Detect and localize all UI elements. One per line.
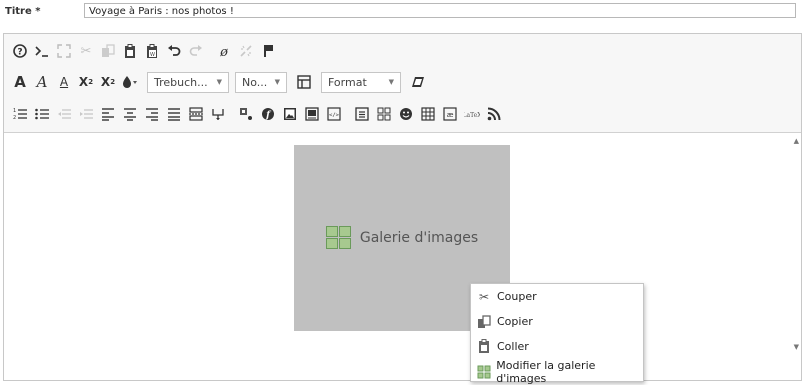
text-color-icon[interactable] [119,71,141,93]
page-break-icon[interactable] [185,103,207,125]
align-right-icon[interactable] [141,103,163,125]
maximize-icon[interactable] [53,40,75,62]
latex-icon[interactable]: LaTeX [461,103,483,125]
source-icon[interactable] [31,40,53,62]
svg-text:2: 2 [13,115,16,121]
context-menu-item-paste[interactable]: Coller [471,334,643,359]
svg-text:W: W [150,52,155,58]
vertical-scrollbar[interactable]: ▲ ▼ [791,133,801,380]
svg-text:æ: æ [447,111,454,119]
bulleted-list-icon[interactable] [31,103,53,125]
eraser-icon[interactable] [407,71,429,93]
context-menu-item-copy[interactable]: Copier [471,309,643,334]
redo-icon[interactable] [185,40,207,62]
context-menu-item-label: Copier [497,315,533,328]
paste-icon[interactable] [119,40,141,62]
outdent-icon[interactable] [53,103,75,125]
toolbar-row-1: ? ✂ W ø [9,38,285,64]
remove-format-icon[interactable]: ø [213,40,235,62]
scroll-up-icon[interactable]: ▲ [794,137,799,145]
gallery-inner: Galerie d'images [325,226,479,250]
align-center-icon[interactable] [119,103,141,125]
rss-icon[interactable] [483,103,505,125]
gallery-icon[interactable] [373,103,395,125]
unlink-icon[interactable] [235,40,257,62]
context-menu: ✂ Couper Copier Coller Modifier la galer… [470,283,644,385]
gallery-icon [474,365,493,379]
toolbar-row-3: 12 f </> æ LaTeX [9,101,511,127]
gallery-label: Galerie d'images [359,230,479,246]
context-menu-item-edit-gallery[interactable]: Modifier la galerie d'images [471,358,643,385]
font-size-value: No... [242,75,268,89]
editor-content[interactable]: Galerie d'images ▲ ▼ [4,133,801,380]
superscript-icon[interactable]: X2 [97,71,119,93]
table-icon[interactable] [417,103,439,125]
help-icon[interactable]: ? [9,40,31,62]
format-value: Format [328,75,367,89]
svg-text:?: ? [17,48,22,58]
template-icon[interactable] [293,71,315,93]
flag-icon[interactable] [257,40,279,62]
font-size-select[interactable]: No... ▼ [235,71,287,93]
svg-text:LaTeX: LaTeX [464,112,480,119]
gallery-icon [325,226,352,250]
copy-icon [474,314,494,329]
italic-icon[interactable]: A [31,71,53,93]
svg-text:1: 1 [13,108,16,114]
image-icon[interactable] [279,103,301,125]
cut-icon[interactable]: ✂ [75,40,97,62]
special-char-icon[interactable]: æ [439,103,461,125]
context-menu-item-label: Couper [497,290,537,303]
title-row: Titre * Voyage à Paris : nos photos ! [0,0,804,26]
context-menu-item-cut[interactable]: ✂ Couper [471,284,643,309]
align-justify-icon[interactable] [163,103,185,125]
bold-icon[interactable]: A [9,71,31,93]
image-caption-icon[interactable] [301,103,323,125]
subscript-icon[interactable]: X2 [75,71,97,93]
chevron-down-icon: ▼ [274,78,280,86]
svg-text:ø: ø [219,45,228,58]
font-family-value: Trebuch... [154,75,208,89]
title-label: Titre * [5,6,41,17]
flash-icon[interactable]: f [257,103,279,125]
smiley-icon[interactable] [395,103,417,125]
font-family-select[interactable]: Trebuch... ▼ [147,71,229,93]
rich-text-editor: ? ✂ W ø A A A X 2 X 2 Trebuch... ▼ No...… [3,33,802,381]
list-box-icon[interactable] [351,103,373,125]
chevron-down-icon: ▼ [216,78,222,86]
undo-icon[interactable] [163,40,185,62]
block-quote-icon[interactable] [207,103,229,125]
format-select[interactable]: Format ▼ [321,71,401,93]
context-menu-item-label: Modifier la galerie d'images [496,358,596,385]
svg-text:</>: </> [329,113,340,119]
paste-icon [474,339,494,354]
toolbar-row-2: A A A X2 X2 Trebuch... ▼ No... ▼ Format ▼ [9,69,429,95]
editor-toolbar: ? ✂ W ø A A A X 2 X 2 Trebuch... ▼ No...… [4,34,801,133]
underline-icon[interactable]: A [53,71,75,93]
title-input[interactable]: Voyage à Paris : nos photos ! [84,3,796,18]
indent-icon[interactable] [75,103,97,125]
align-left-icon[interactable] [97,103,119,125]
copy-icon[interactable] [97,40,119,62]
embed-code-icon[interactable]: </> [323,103,345,125]
paste-text-icon[interactable]: W [141,40,163,62]
media-icon[interactable] [235,103,257,125]
numbered-list-icon[interactable]: 12 [9,103,31,125]
context-menu-item-label: Coller [497,340,529,353]
chevron-down-icon: ▼ [388,78,394,86]
scroll-down-icon[interactable]: ▼ [794,343,799,351]
cut-icon: ✂ [478,289,490,304]
